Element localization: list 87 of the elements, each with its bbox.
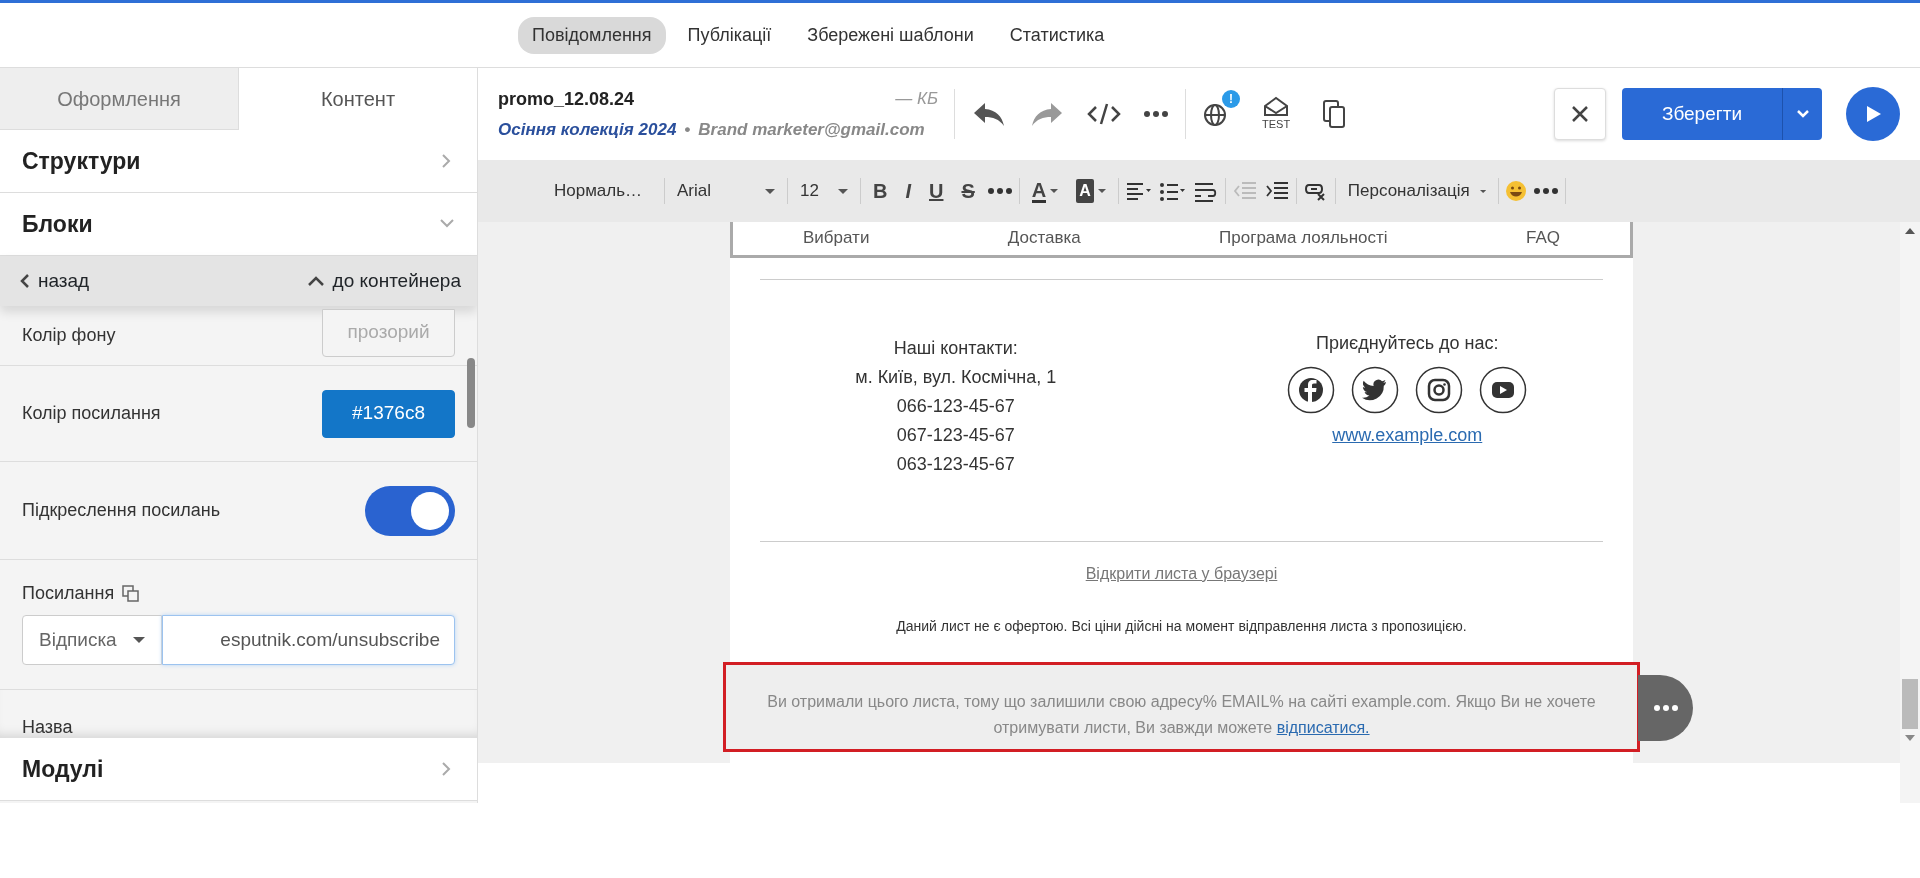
menu-link[interactable]: FAQ	[1525, 229, 1560, 246]
social-heading: Приєднуйтесь до нас:	[1315, 332, 1499, 355]
format-button[interactable]: S	[955, 176, 981, 206]
sender-text: Brand marketer@gmail.com	[698, 118, 925, 141]
code-icon[interactable]	[1087, 102, 1121, 126]
chevron-down-icon	[1795, 109, 1810, 119]
caret-icon	[765, 188, 775, 194]
highlight-button[interactable]: A	[1070, 179, 1112, 203]
caret-icon	[1479, 188, 1486, 194]
contact-text: 067-123-45-67	[896, 424, 1015, 447]
nav-tab[interactable]: Повідомлення	[518, 16, 666, 54]
more-icon[interactable]	[1143, 110, 1169, 118]
alert-badge: !	[1222, 90, 1240, 108]
campaign-name: promo_12.08.24	[498, 87, 635, 111]
video-play-icon[interactable]	[1479, 366, 1528, 414]
setting-label: Назва	[22, 717, 73, 737]
caret-icon	[1050, 189, 1059, 193]
nav-tab[interactable]: Публікації	[673, 16, 786, 54]
bird-icon[interactable]	[1351, 366, 1400, 414]
scroll-down-icon[interactable]	[1905, 735, 1915, 741]
caret-icon	[1097, 189, 1106, 193]
setting-label: Колір фону	[22, 324, 116, 347]
section-title[interactable]: Структури	[22, 143, 141, 179]
format-button[interactable]: U	[923, 176, 950, 206]
disclaimer-text: Даний лист не є офертою. Всі ціни дійсні на момент відправлення листа з пропозицією.	[895, 617, 1468, 636]
play-button[interactable]	[1846, 87, 1900, 141]
size-text: — КБ	[895, 87, 938, 110]
indent-icon[interactable]	[1263, 180, 1290, 202]
section-title[interactable]: Блоки	[22, 206, 93, 242]
color-picker[interactable]: #1376c8	[322, 389, 455, 438]
more-icon	[1653, 705, 1678, 711]
setting-label: Підкреслення посилань	[22, 499, 221, 522]
size-dropdown[interactable]: 12	[794, 176, 854, 206]
wrap-text-icon[interactable]	[1192, 180, 1219, 202]
font-dropdown[interactable]: Arial	[671, 176, 781, 206]
panel-tab[interactable]: Оформлення	[0, 68, 238, 130]
unsubscribe-text: Ви отримали цього листа, тому що залишили свою адресу% EMAIL% на сайті example.com. Якщо Ви не хочете отримувати листи, Ви завжди можете відписатися.	[766, 692, 1597, 738]
close-icon	[1570, 105, 1589, 123]
envelope-icon	[1262, 95, 1291, 116]
unsubscribe-link[interactable]: відписатися.	[1276, 719, 1370, 736]
url-field[interactable]: esputnik.com/unsubscribe	[162, 615, 455, 665]
scrollbar-thumb[interactable]	[467, 358, 475, 428]
section-title[interactable]: Модулі	[22, 751, 104, 787]
browser-link[interactable]: Відкрити листа у браузері	[1085, 562, 1278, 586]
caret-icon	[132, 637, 145, 643]
menu-link[interactable]: Доставка	[1007, 229, 1081, 246]
subject-text: Осіння колекція 2024	[498, 118, 677, 141]
copy-icon[interactable]	[1322, 99, 1347, 129]
toggle-switch[interactable]	[365, 485, 455, 536]
dropdown-button[interactable]	[1782, 88, 1822, 140]
contacts-heading: Наші контакти:	[893, 337, 1018, 360]
test-button[interactable]: TEST	[1254, 91, 1299, 137]
format-button[interactable]: I	[899, 176, 917, 206]
personalization-dropdown[interactable]: Персоналізація	[1341, 176, 1492, 206]
camera-icon[interactable]	[1415, 366, 1464, 414]
scroll-up-icon[interactable]	[1905, 228, 1915, 234]
list-icon[interactable]	[1158, 180, 1187, 202]
contact-text: 066-123-45-67	[896, 395, 1015, 418]
text-color-button[interactable]: A	[1025, 179, 1065, 203]
menu-link[interactable]: Програма лояльності	[1219, 229, 1388, 246]
panel-tab[interactable]: Контент	[238, 68, 477, 130]
container-button[interactable]: до контейнера	[306, 266, 461, 296]
caret-icon	[838, 188, 848, 194]
nav-tab[interactable]: Статистика	[995, 16, 1119, 54]
link-type-dropdown[interactable]: Відписка	[22, 615, 162, 665]
setting-label: Колір посилання	[22, 402, 161, 425]
format-button[interactable]: B	[867, 176, 894, 206]
contact-text: 063-123-45-67	[896, 453, 1015, 476]
setting-label: Посилання	[22, 582, 115, 605]
style-dropdown[interactable]: Нормаль…	[548, 176, 658, 206]
save-button[interactable]: Зберегти	[1621, 88, 1782, 140]
chevron-up-icon	[306, 275, 325, 287]
close-button[interactable]	[1553, 88, 1606, 140]
play-icon	[1864, 104, 1882, 124]
block-menu-button[interactable]	[1638, 675, 1693, 741]
scrollbar-thumb[interactable]	[1902, 679, 1918, 729]
website-link[interactable]: www.example.com	[1332, 422, 1483, 449]
facebook-icon[interactable]	[1287, 366, 1336, 414]
align-left-icon[interactable]	[1124, 180, 1153, 202]
back-button[interactable]: назад	[20, 266, 90, 296]
chevron-left-icon	[20, 273, 30, 289]
contact-text: м. Київ, вул. Космічна, 1	[855, 366, 1057, 389]
separator-dot: •	[684, 118, 691, 141]
menu-link[interactable]: Вибрати	[803, 229, 870, 246]
copy-icon[interactable]	[122, 584, 141, 603]
nav-tab[interactable]: Збережені шаблони	[793, 16, 988, 54]
emoji-icon[interactable]	[1504, 180, 1527, 202]
